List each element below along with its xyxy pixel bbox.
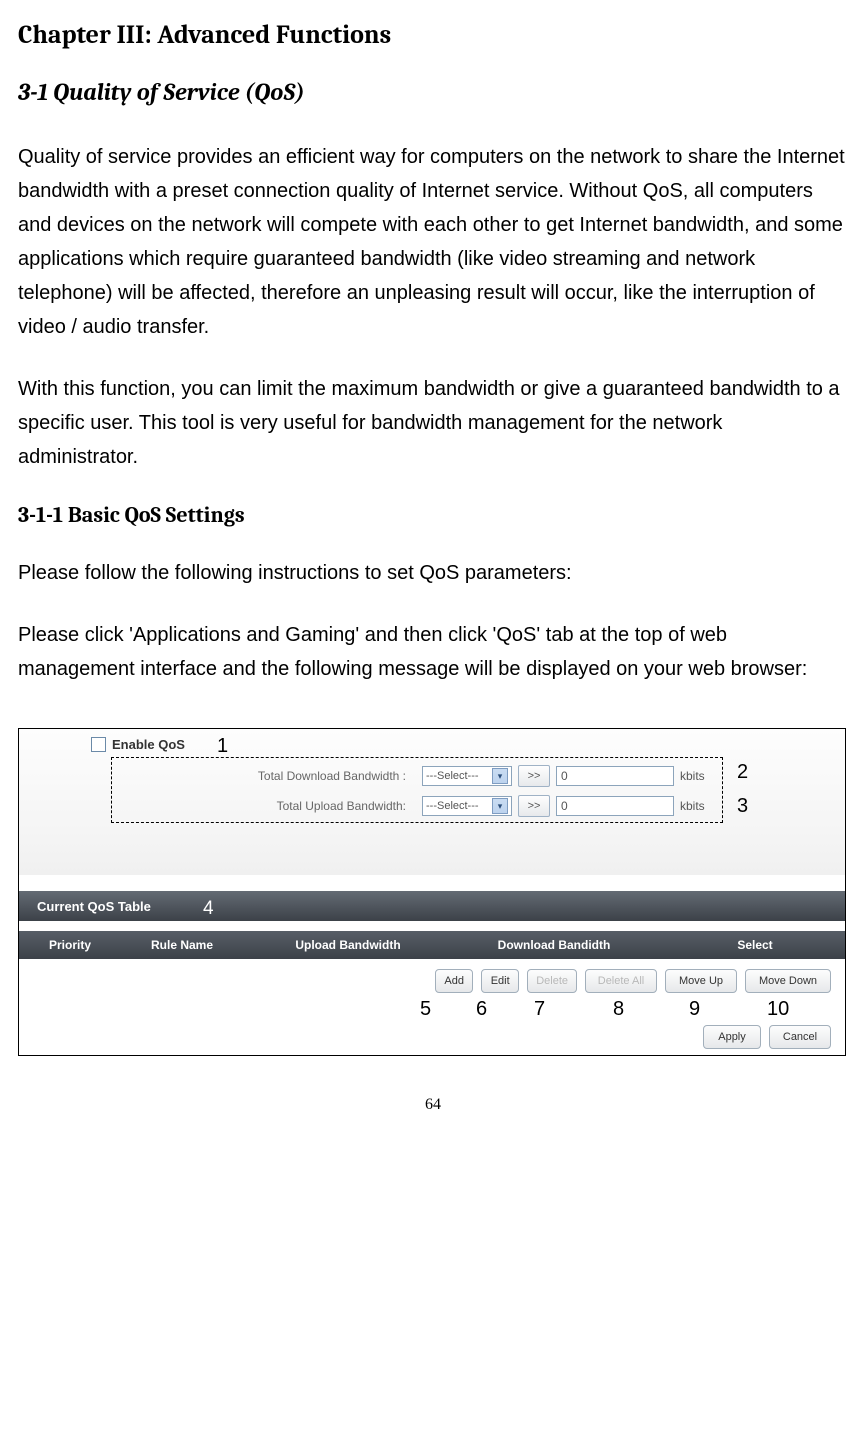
callout-7: 7 bbox=[534, 998, 545, 1021]
table-header-row: Priority Rule Name Upload Bandwidth Down… bbox=[19, 931, 845, 959]
paragraph-2: With this function, you can limit the ma… bbox=[18, 372, 848, 474]
callout-6: 6 bbox=[476, 998, 487, 1021]
col-priority: Priority bbox=[19, 938, 111, 952]
upload-go-button[interactable]: >> bbox=[518, 795, 550, 817]
download-select[interactable]: ---Select--- ▾ bbox=[422, 766, 512, 786]
chapter-title: Chapter III: Advanced Functions bbox=[18, 20, 848, 50]
enable-qos-row: Enable QoS bbox=[91, 737, 185, 752]
page-number: 64 bbox=[18, 1096, 848, 1114]
edit-button[interactable]: Edit bbox=[481, 969, 519, 993]
apply-button[interactable]: Apply bbox=[703, 1025, 761, 1049]
add-button[interactable]: Add bbox=[435, 969, 473, 993]
delete-all-button[interactable]: Delete All bbox=[585, 969, 657, 993]
move-down-button[interactable]: Move Down bbox=[745, 969, 831, 993]
bandwidth-group: Total Download Bandwidth : ---Select--- … bbox=[111, 757, 723, 823]
chevron-down-icon: ▾ bbox=[492, 768, 508, 784]
enable-qos-checkbox[interactable] bbox=[91, 737, 106, 752]
callout-4: 4 bbox=[203, 898, 214, 920]
upload-value-input[interactable]: 0 bbox=[556, 796, 674, 816]
paragraph-4: Please click 'Applications and Gaming' a… bbox=[18, 618, 848, 686]
col-download-bandwidth: Download Bandidth bbox=[443, 938, 665, 952]
download-label: Total Download Bandwidth : bbox=[112, 769, 416, 783]
upload-select-value: ---Select--- bbox=[426, 800, 479, 812]
cancel-button[interactable]: Cancel bbox=[769, 1025, 831, 1049]
enable-qos-label: Enable QoS bbox=[112, 737, 185, 752]
col-select: Select bbox=[665, 938, 845, 952]
callout-8: 8 bbox=[613, 998, 624, 1021]
col-upload-bandwidth: Upload Bandwidth bbox=[253, 938, 443, 952]
download-go-button[interactable]: >> bbox=[518, 765, 550, 787]
move-up-button[interactable]: Move Up bbox=[665, 969, 737, 993]
callout-5: 5 bbox=[420, 998, 431, 1021]
upload-select[interactable]: ---Select--- ▾ bbox=[422, 796, 512, 816]
callout-1: 1 bbox=[217, 735, 228, 758]
delete-button[interactable]: Delete bbox=[527, 969, 577, 993]
download-value-input[interactable]: 0 bbox=[556, 766, 674, 786]
col-rule-name: Rule Name bbox=[111, 938, 253, 952]
upload-label: Total Upload Bandwidth: bbox=[112, 799, 416, 813]
callout-9: 9 bbox=[689, 998, 700, 1021]
callout-2: 2 bbox=[737, 761, 748, 784]
table-buttons-row: Add Edit Delete Delete All Move Up Move … bbox=[19, 969, 845, 993]
download-unit: kbits bbox=[680, 769, 716, 783]
chevron-down-icon: ▾ bbox=[492, 798, 508, 814]
paragraph-3: Please follow the following instructions… bbox=[18, 556, 848, 590]
paragraph-1: Quality of service provides an efficient… bbox=[18, 140, 848, 344]
download-bandwidth-row: Total Download Bandwidth : ---Select--- … bbox=[112, 762, 722, 790]
apply-cancel-row: Apply Cancel bbox=[703, 1025, 831, 1049]
callout-3: 3 bbox=[737, 795, 748, 818]
current-qos-table-header: Current QoS Table bbox=[19, 891, 845, 921]
upload-unit: kbits bbox=[680, 799, 716, 813]
subsection-title: 3-1-1 Basic QoS Settings bbox=[18, 502, 848, 528]
section-title: 3-1 Quality of Service (QoS) bbox=[18, 78, 848, 106]
current-qos-title: Current QoS Table bbox=[37, 899, 151, 914]
download-select-value: ---Select--- bbox=[426, 770, 479, 782]
callout-10: 10 bbox=[767, 998, 789, 1021]
qos-screenshot: Enable QoS 1 Total Download Bandwidth : … bbox=[18, 728, 846, 1056]
upload-bandwidth-row: Total Upload Bandwidth: ---Select--- ▾ >… bbox=[112, 792, 722, 820]
